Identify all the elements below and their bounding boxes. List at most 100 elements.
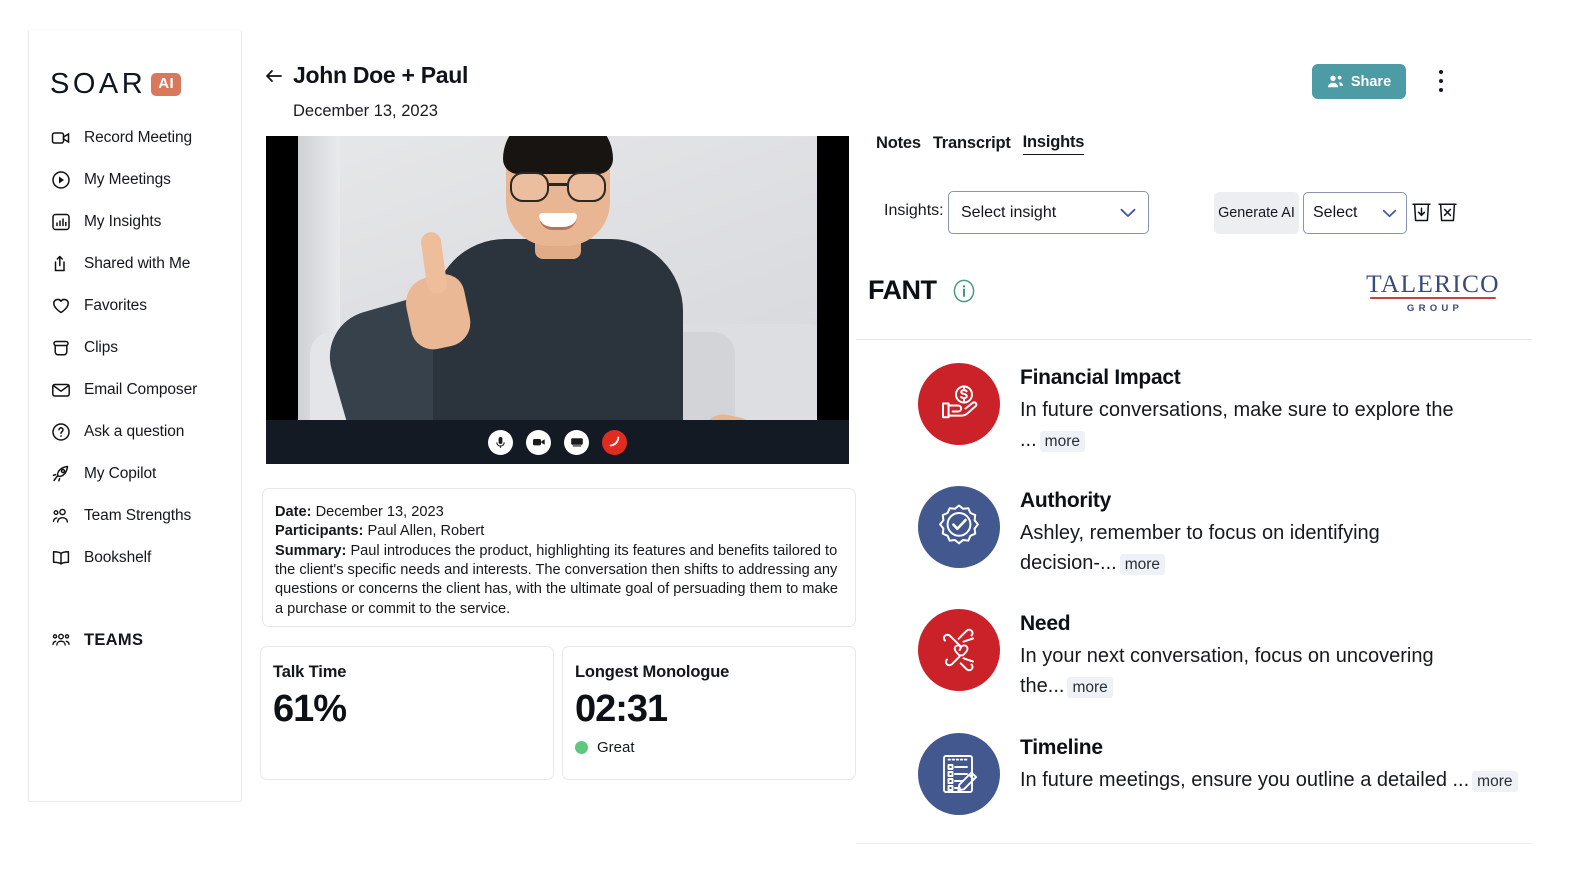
sidebar-item-label: Bookshelf <box>84 549 152 566</box>
summary-text-row: Summary: Paul introduces the product, hi… <box>275 542 838 619</box>
app-logo[interactable]: SOAR AI <box>29 30 241 107</box>
fant-item-timeline: Timeline In future meetings, ensure you … <box>918 732 1528 815</box>
sidebar-item-teams[interactable]: TEAMS <box>29 619 241 661</box>
sidebar-item-clips[interactable]: Clips <box>29 327 241 369</box>
sidebar-item-label: Clips <box>84 339 118 356</box>
logo-ai-badge: AI <box>151 73 182 96</box>
people-icon <box>51 506 71 526</box>
sidebar-item-team-strengths[interactable]: Team Strengths <box>29 495 241 537</box>
heart-icon <box>51 296 71 316</box>
metric-card-longest-monologue: Longest Monologue 02:31 Great <box>562 646 856 780</box>
share-button-label: Share <box>1350 73 1392 90</box>
sidebar-item-bookshelf[interactable]: Bookshelf <box>29 537 241 579</box>
sidebar-item-label: TEAMS <box>84 630 144 649</box>
metric-card-talk-time: Talk Time 61% <box>260 646 554 780</box>
fant-description: Ashley, remember to focus on identifying… <box>1020 519 1520 578</box>
sidebar-item-label: Email Composer <box>84 381 198 398</box>
fant-item-need: Need In your next conversation, focus on… <box>918 609 1528 701</box>
fant-list: Financial Impact In future conversations… <box>918 363 1528 846</box>
bar-chart-icon <box>51 212 71 232</box>
summary-participants-row: Participants: Paul Allen, Robert <box>275 522 838 541</box>
fant-item-authority: Authority Ashley, remember to focus on i… <box>918 486 1528 578</box>
kebab-menu-icon[interactable] <box>1433 68 1449 94</box>
sidebar-item-email-composer[interactable]: Email Composer <box>29 369 241 411</box>
summary-participants-label: Participants: <box>275 523 364 540</box>
rocket-icon <box>51 464 71 484</box>
more-link[interactable]: more <box>1039 430 1085 452</box>
people-add-icon <box>1327 74 1344 89</box>
tab-notes[interactable]: Notes <box>876 134 921 155</box>
microphone-icon[interactable] <box>488 429 513 455</box>
sidebar-item-my-insights[interactable]: My Insights <box>29 201 241 243</box>
fant-title: Timeline <box>1020 735 1103 759</box>
sidebar: SOAR AI Record Meeting My Meetings My In… <box>28 30 242 802</box>
tab-insights[interactable]: Insights <box>1022 133 1084 155</box>
framework-title: FANT <box>868 275 937 305</box>
insight-select-value: Select insight <box>961 203 1057 221</box>
video-controls-bar <box>266 420 849 464</box>
sidebar-item-ask-a-question[interactable]: Ask a question <box>29 411 241 453</box>
camera-icon[interactable] <box>526 429 551 455</box>
fant-description: In your next conversation, focus on unco… <box>1020 642 1520 701</box>
brand-logo-talerico: TALERICO GROUP <box>1362 271 1504 314</box>
sidebar-item-my-meetings[interactable]: My Meetings <box>29 159 241 201</box>
trash-download-icon[interactable] <box>1410 200 1433 224</box>
meeting-summary-card: Date: December 13, 2023 Participants: Pa… <box>262 488 856 627</box>
sidebar-item-favorites[interactable]: Favorites <box>29 285 241 327</box>
sidebar-item-label: My Copilot <box>84 465 157 482</box>
fant-title: Financial Impact <box>1020 366 1181 389</box>
play-circle-icon <box>51 170 71 190</box>
badge-check-icon <box>918 486 1000 569</box>
summary-participants-value: Paul Allen, Robert <box>367 523 485 540</box>
more-link[interactable]: more <box>1067 676 1113 698</box>
select-dropdown[interactable]: Select <box>1303 192 1407 234</box>
insight-select[interactable]: Select insight <box>948 191 1149 234</box>
metric-value: 61% <box>273 688 347 730</box>
video-camera-icon <box>51 128 71 148</box>
more-link[interactable]: more <box>1119 553 1166 575</box>
share-upload-icon <box>51 254 71 274</box>
sidebar-nav: Record Meeting My Meetings My Insights S… <box>29 117 241 661</box>
screen-share-icon[interactable] <box>564 429 589 455</box>
video-frame <box>298 136 817 464</box>
metric-label: Talk Time <box>273 663 347 681</box>
more-link[interactable]: more <box>1472 770 1518 792</box>
panel-tabs: Notes Transcript Insights <box>876 133 1084 155</box>
end-call-icon[interactable] <box>602 429 627 455</box>
insights-field-label: Insights: <box>884 202 944 219</box>
sidebar-item-label: My Insights <box>84 213 162 230</box>
sidebar-item-label: Ask a question <box>84 423 185 440</box>
summary-date-row: Date: December 13, 2023 <box>275 503 838 522</box>
sidebar-item-shared-with-me[interactable]: Shared with Me <box>29 243 241 285</box>
group-people-icon <box>51 630 71 650</box>
sidebar-item-my-copilot[interactable]: My Copilot <box>29 453 241 495</box>
trash-x-icon[interactable] <box>1436 200 1459 224</box>
generate-ai-button[interactable]: Generate AI <box>1214 192 1299 234</box>
app-root: SOAR AI Record Meeting My Meetings My In… <box>0 0 1584 876</box>
video-player[interactable] <box>266 136 849 464</box>
page-title: John Doe + Paul <box>293 62 469 88</box>
book-icon <box>51 548 71 568</box>
summary-date-label: Date: <box>275 504 312 520</box>
sidebar-item-label: Record Meeting <box>84 129 193 146</box>
brand-name: TALERICO <box>1366 269 1500 298</box>
fant-text-block: Financial Impact In future conversations… <box>1020 363 1520 455</box>
bin-actions <box>1410 200 1459 224</box>
clips-icon <box>51 338 71 358</box>
back-button[interactable] <box>261 63 287 89</box>
meeting-date: December 13, 2023 <box>293 102 438 120</box>
share-button[interactable]: Share <box>1312 64 1406 99</box>
info-circle-icon[interactable] <box>951 278 977 304</box>
summary-text: Paul introduces the product, highlightin… <box>275 542 838 617</box>
fant-description: In future meetings, ensure you outline a… <box>1020 766 1518 796</box>
envelope-icon <box>51 380 71 400</box>
fant-text-block: Timeline In future meetings, ensure you … <box>1020 733 1518 815</box>
framework-header: FANT <box>868 275 977 306</box>
sidebar-item-label: Team Strengths <box>84 507 192 524</box>
fant-item-financial-impact: Financial Impact In future conversations… <box>918 363 1528 455</box>
summary-date-value: December 13, 2023 <box>315 504 444 520</box>
bottom-divider <box>856 843 1532 844</box>
tab-transcript[interactable]: Transcript <box>933 134 1011 155</box>
sidebar-item-record-meeting[interactable]: Record Meeting <box>29 117 241 159</box>
sidebar-item-label: My Meetings <box>84 171 171 188</box>
